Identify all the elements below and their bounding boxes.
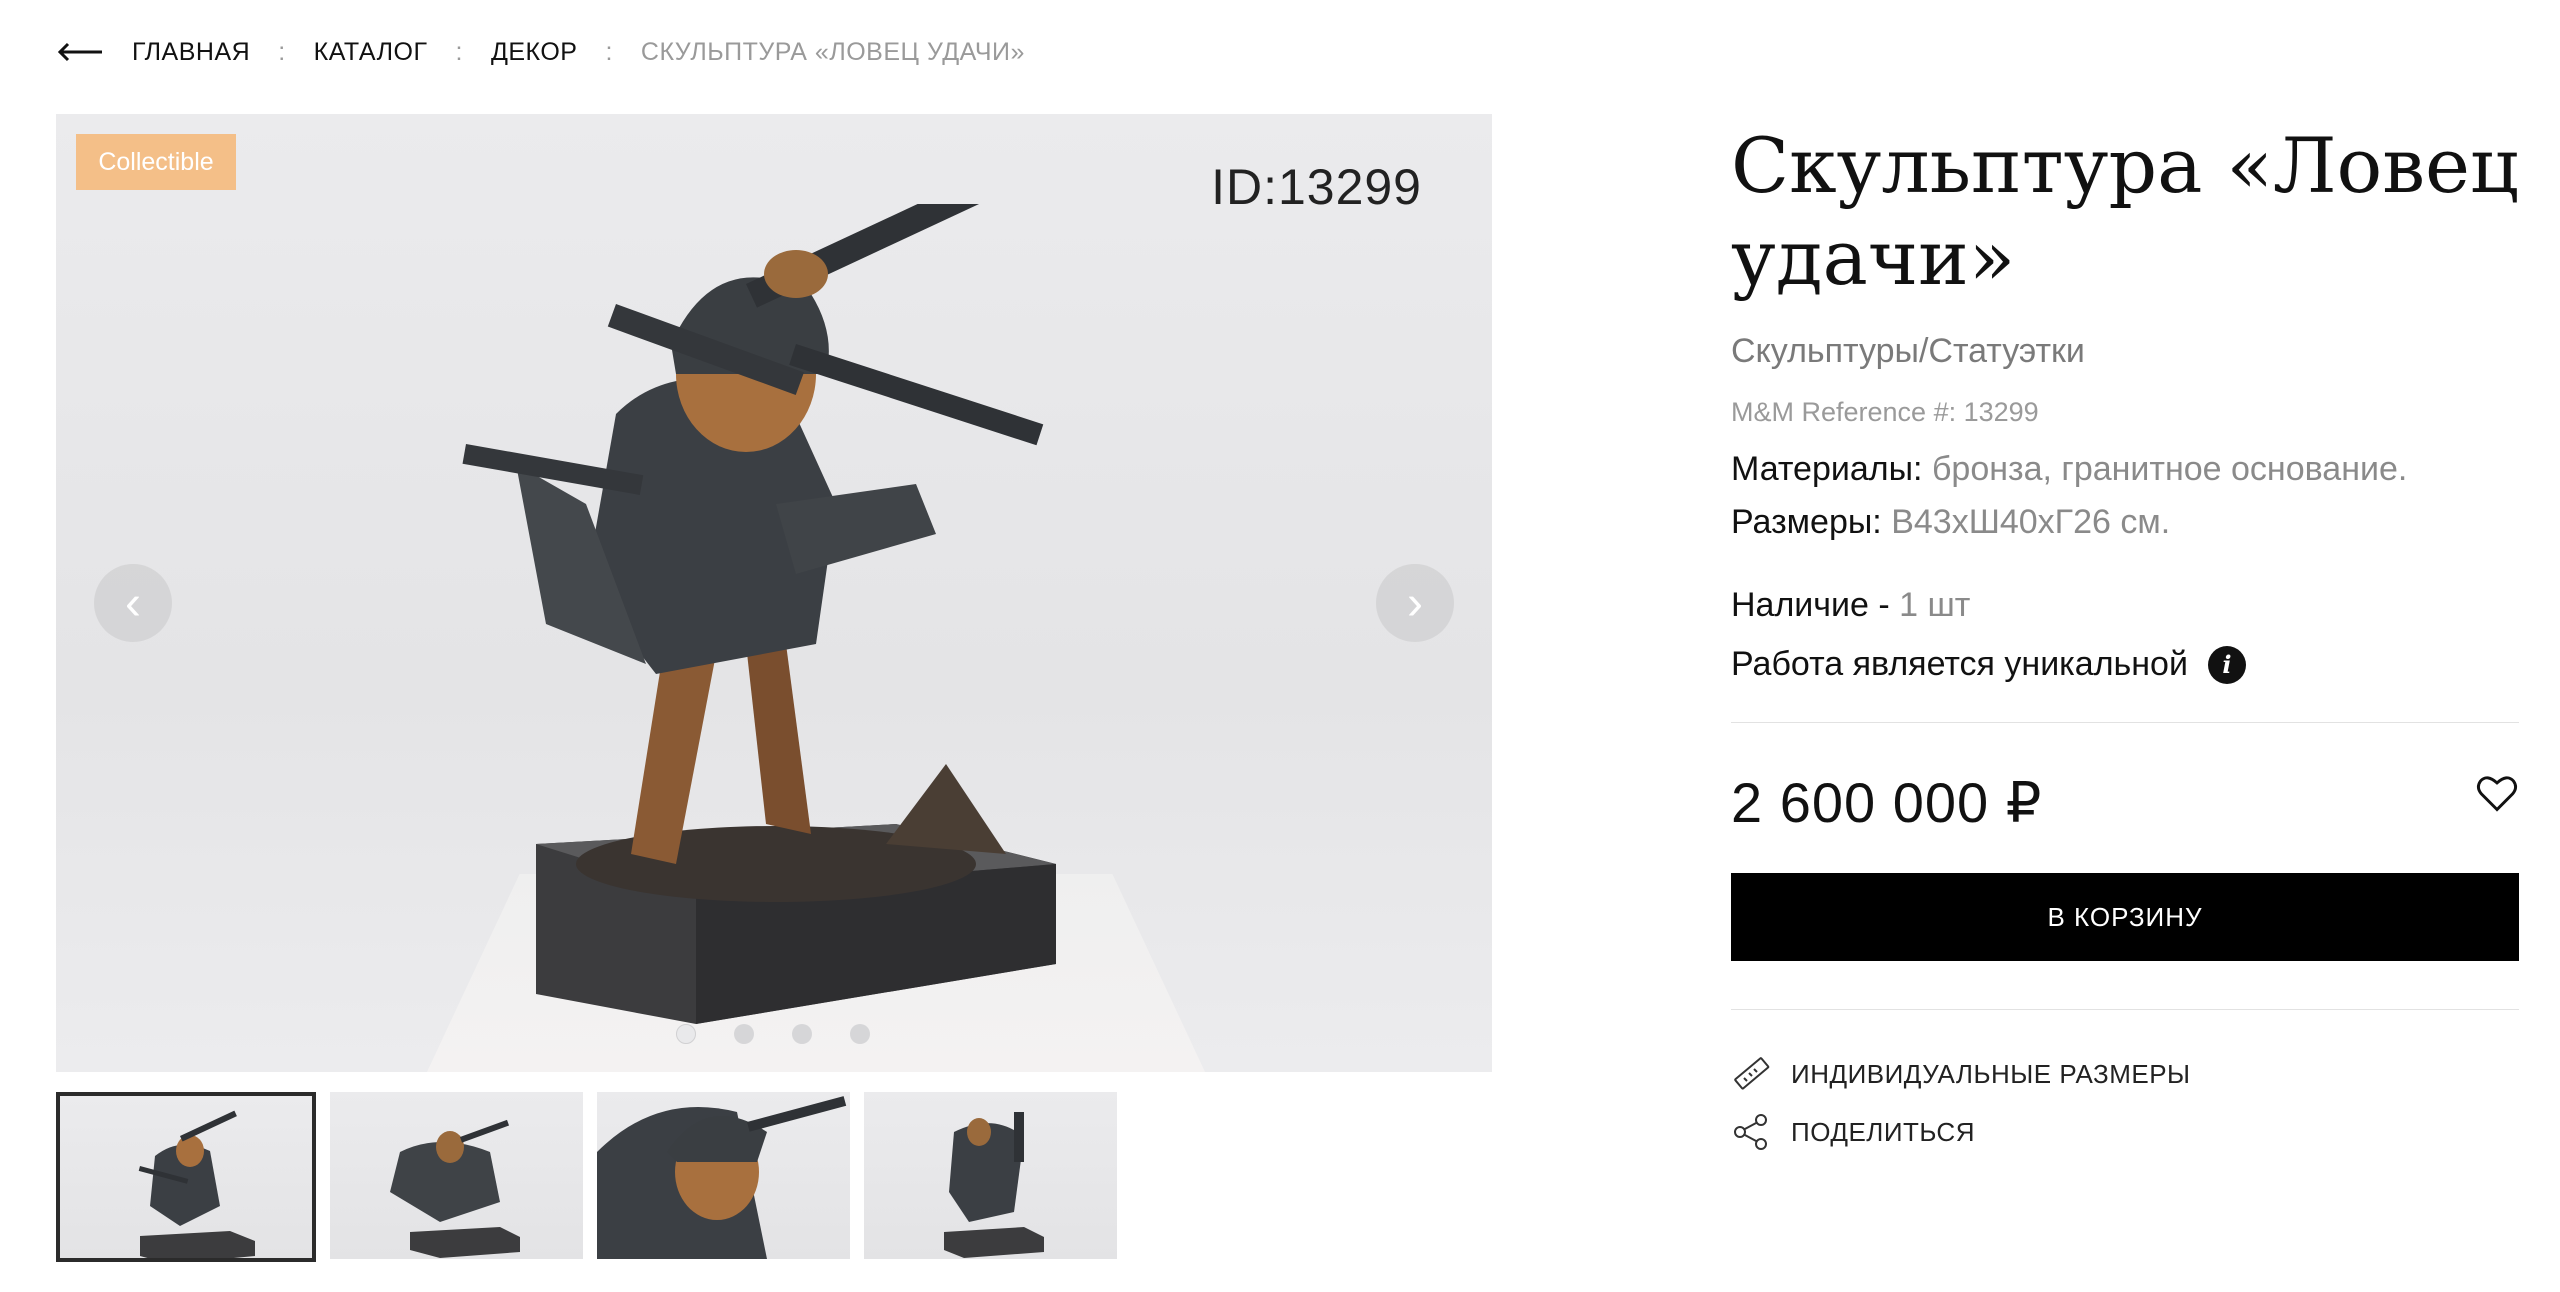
sizes-label: Размеры:: [1731, 503, 1882, 541]
ruler-icon: [1734, 1057, 1770, 1090]
gallery-prev-button[interactable]: ‹: [94, 564, 172, 642]
product-price: 2 600 000 ₽: [1731, 771, 2043, 834]
slide-dots: [676, 1024, 870, 1044]
thumbnail-3[interactable]: [597, 1092, 850, 1259]
slide-dot[interactable]: [792, 1024, 812, 1044]
availability-row: Наличие - 1 шт: [1731, 586, 2519, 625]
breadcrumb-separator: :: [455, 37, 463, 66]
breadcrumb-decor[interactable]: ДЕКОР: [491, 38, 578, 67]
divider: [1731, 1009, 2519, 1010]
product-id-label: ID:13299: [1211, 159, 1422, 215]
share-icon: [1734, 1114, 1767, 1150]
unique-row: Работа является уникальной i: [1731, 645, 2519, 684]
thumbnail-2[interactable]: [330, 1092, 583, 1259]
availability-label: Наличие -: [1731, 586, 1890, 624]
product-gallery: Collectible ID:13299 ‹ ›: [56, 114, 1492, 1072]
sculpture-image[interactable]: [416, 204, 1176, 1024]
custom-sizes-link[interactable]: ИНДИВИДУАЛЬНЫЕ РАЗМЕРЫ: [1731, 1054, 2519, 1094]
breadcrumb-separator: :: [605, 37, 613, 66]
add-to-cart-button[interactable]: В КОРЗИНУ: [1731, 873, 2519, 961]
product-reference: M&M Reference #: 13299: [1731, 397, 2039, 427]
sizes-row: Размеры: В43хШ40хГ26 см.: [1731, 503, 2519, 542]
product-details: Скульптура «Ловец удачи» Скульптуры/Стат…: [1731, 120, 2519, 1152]
sizes-value: В43хШ40хГ26 см.: [1891, 503, 2171, 541]
info-icon[interactable]: i: [2207, 645, 2246, 684]
breadcrumb: ГЛАВНАЯ : КАТАЛОГ : ДЕКОР : СКУЛЬПТУРА «…: [56, 30, 1025, 74]
divider: [1731, 722, 2519, 723]
price-row: 2 600 000 ₽: [1731, 771, 2519, 835]
back-arrow-icon[interactable]: [56, 38, 106, 66]
share-link[interactable]: ПОДЕЛИТЬСЯ: [1731, 1112, 2519, 1152]
thumbnail-4[interactable]: [864, 1092, 1117, 1259]
thumbnail-1[interactable]: [56, 1092, 316, 1262]
availability-value: 1 шт: [1899, 586, 1971, 624]
breadcrumb-catalog[interactable]: КАТАЛОГ: [314, 38, 428, 67]
thumbnail-strip: [56, 1092, 1117, 1262]
breadcrumb-separator: :: [278, 37, 286, 66]
collectible-badge: Collectible: [76, 134, 236, 190]
slide-dot[interactable]: [734, 1024, 754, 1044]
share-label: ПОДЕЛИТЬСЯ: [1791, 1116, 1975, 1147]
breadcrumb-current: СКУЛЬПТУРА «ЛОВЕЦ УДАЧИ»: [640, 37, 1025, 66]
product-title: Скульптура «Ловец удачи»: [1731, 121, 2519, 302]
slide-dot[interactable]: [676, 1024, 696, 1044]
materials-value: бронза, гранитное основание.: [1931, 450, 2408, 488]
product-category: Скульптуры/Статуэтки: [1731, 332, 2085, 370]
slide-dot[interactable]: [850, 1024, 870, 1044]
chevron-right-icon: ›: [1407, 576, 1423, 630]
materials-row: Материалы: бронза, гранитное основание.: [1731, 450, 2519, 489]
unique-text: Работа является уникальной: [1731, 645, 2188, 683]
breadcrumb-home[interactable]: ГЛАВНАЯ: [132, 38, 250, 67]
chevron-left-icon: ‹: [125, 576, 141, 630]
custom-sizes-label: ИНДИВИДУАЛЬНЫЕ РАЗМЕРЫ: [1791, 1058, 2191, 1089]
heart-icon[interactable]: [2475, 771, 2519, 815]
gallery-next-button[interactable]: ›: [1376, 564, 1454, 642]
materials-label: Материалы:: [1731, 450, 1923, 488]
